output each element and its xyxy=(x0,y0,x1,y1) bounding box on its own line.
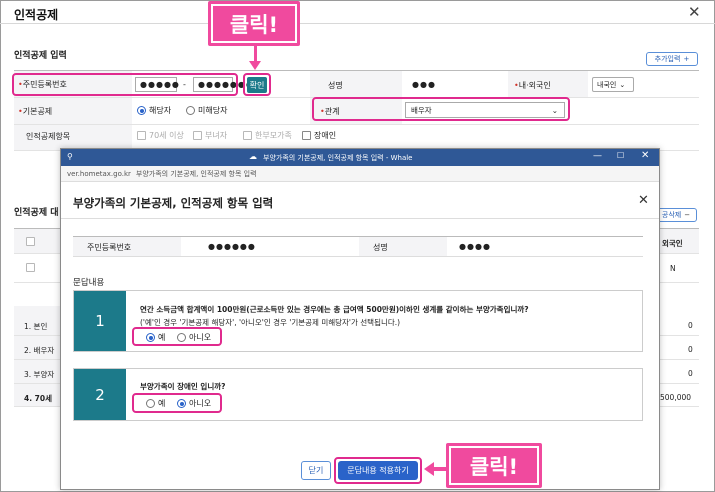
name-label: 성명 xyxy=(328,81,343,90)
popup-window: ⚲ ☁ 부양가족의 기본공제, 인적공제 항목 입력 - Whale — ☐ ✕… xyxy=(60,148,660,490)
rrn-value: ●●●●●● xyxy=(208,242,256,251)
add-input-label: 추가입력 xyxy=(654,55,681,63)
rrn-highlight xyxy=(12,73,238,96)
basic-option-yes[interactable]: 해당자 xyxy=(137,105,171,116)
basic-option-no[interactable]: 미해당자 xyxy=(186,105,227,116)
question-2-text: 부양가족이 장애인 입니까? xyxy=(140,382,226,391)
select-all-checkbox[interactable] xyxy=(26,237,35,246)
q2-highlight xyxy=(132,393,222,413)
close-button[interactable]: 닫기 xyxy=(301,461,331,480)
title-divider xyxy=(0,23,715,24)
nationality-select[interactable]: 내국인 ⌄ xyxy=(592,77,634,92)
checkbox-icon xyxy=(137,131,146,140)
callout-arrow-stem xyxy=(254,46,257,62)
summary-row-dependent: 3. 부양자 xyxy=(24,370,55,379)
qa-title: 문답내용 xyxy=(73,278,105,288)
question-2-number: 2 xyxy=(74,369,126,420)
summary-row-self: 1. 본인 xyxy=(24,322,48,331)
summary-row-age70: 4. 70세 xyxy=(24,394,53,403)
maximize-icon[interactable]: ☐ xyxy=(617,151,624,160)
basic-label: •기본공제 xyxy=(18,107,53,116)
apply-highlight xyxy=(334,457,422,484)
amount-dependent: 0 xyxy=(688,369,693,378)
summary-row-spouse: 2. 배우자 xyxy=(24,346,55,355)
checkbox-icon xyxy=(243,131,252,140)
checkbox-icon xyxy=(302,131,311,140)
rrn-label: 주민등록번호 xyxy=(87,243,132,252)
question-1-number: 1 xyxy=(74,291,126,351)
col-foreign: 외국인 xyxy=(662,239,683,248)
list-section-title: 인적공제 대 xyxy=(14,208,59,218)
name-value: ●●●● xyxy=(459,242,491,251)
relation-highlight xyxy=(312,97,570,121)
window-title: 인적공제 xyxy=(14,8,59,22)
popup-window-title: 부양가족의 기본공제, 인적공제 항목 입력 - Whale xyxy=(263,154,413,162)
item-woman[interactable]: 부녀자 xyxy=(193,130,227,141)
radio-icon xyxy=(186,106,195,115)
pin-icon[interactable]: ⚲ xyxy=(67,152,73,161)
click-callout-bottom: 클릭! xyxy=(446,443,542,488)
arrow-down-icon xyxy=(249,61,261,70)
whale-logo-icon: ☁ xyxy=(249,152,257,161)
q1-highlight xyxy=(132,327,222,346)
name-value: ●●● xyxy=(412,80,436,89)
address-bar[interactable]: ver.hometax.go.kr 부양가족의 기본공제, 인적공제 항목 입력 xyxy=(61,166,659,182)
item-age70[interactable]: 70세 이상 xyxy=(137,130,184,141)
name-label: 성명 xyxy=(373,243,388,252)
add-input-button[interactable]: 추가입력 + xyxy=(646,52,698,66)
callout-arrow-stem xyxy=(433,467,447,471)
foreign-value: N xyxy=(670,264,676,273)
item-disabled[interactable]: 장애인 xyxy=(302,130,336,141)
popup-heading: 부양가족의 기본공제, 인적공제 항목 입력 xyxy=(73,196,274,210)
whale-titlebar: ⚲ ☁ 부양가족의 기본공제, 인적공제 항목 입력 - Whale — ☐ ✕ xyxy=(61,149,659,166)
items-label: 인적공제항목 xyxy=(26,132,71,141)
minimize-icon[interactable]: — xyxy=(593,151,602,161)
item-single-parent[interactable]: 한부모가족 xyxy=(243,130,292,141)
chevron-down-icon: ⌄ xyxy=(619,80,626,89)
delete-button[interactable]: 공삭제 − xyxy=(655,208,697,222)
url-host: ver.hometax.go.kr xyxy=(67,169,131,178)
amount-spouse: 0 xyxy=(688,345,693,354)
close-icon[interactable]: ✕ xyxy=(638,193,649,208)
click-callout-top: 클릭! xyxy=(208,1,300,46)
amount-self: 0 xyxy=(688,321,693,330)
radio-selected-icon xyxy=(137,106,146,115)
person-info-table: 주민등록번호 ●●●●●● 성명 ●●●● xyxy=(73,236,643,257)
confirm-highlight xyxy=(243,73,271,96)
close-icon[interactable]: ✕ xyxy=(688,3,701,21)
input-section-title: 인적공제 입력 xyxy=(14,51,67,61)
nationality-label: •내·외국인 xyxy=(514,81,551,90)
question-1-text: 연간 소득금액 합계액이 100만원(근로소득만 있는 경우에는 총 급여액 5… xyxy=(140,305,529,314)
close-icon[interactable]: ✕ xyxy=(641,150,649,161)
row-divider xyxy=(14,124,699,125)
row-checkbox[interactable] xyxy=(26,263,35,272)
popup-header: 부양가족의 기본공제, 인적공제 항목 입력 ✕ xyxy=(61,182,659,219)
plus-icon: + xyxy=(683,55,690,63)
amount-age70: 500,000 xyxy=(660,393,692,402)
url-title: 부양가족의 기본공제, 인적공제 항목 입력 xyxy=(135,169,257,178)
checkbox-icon xyxy=(193,131,202,140)
